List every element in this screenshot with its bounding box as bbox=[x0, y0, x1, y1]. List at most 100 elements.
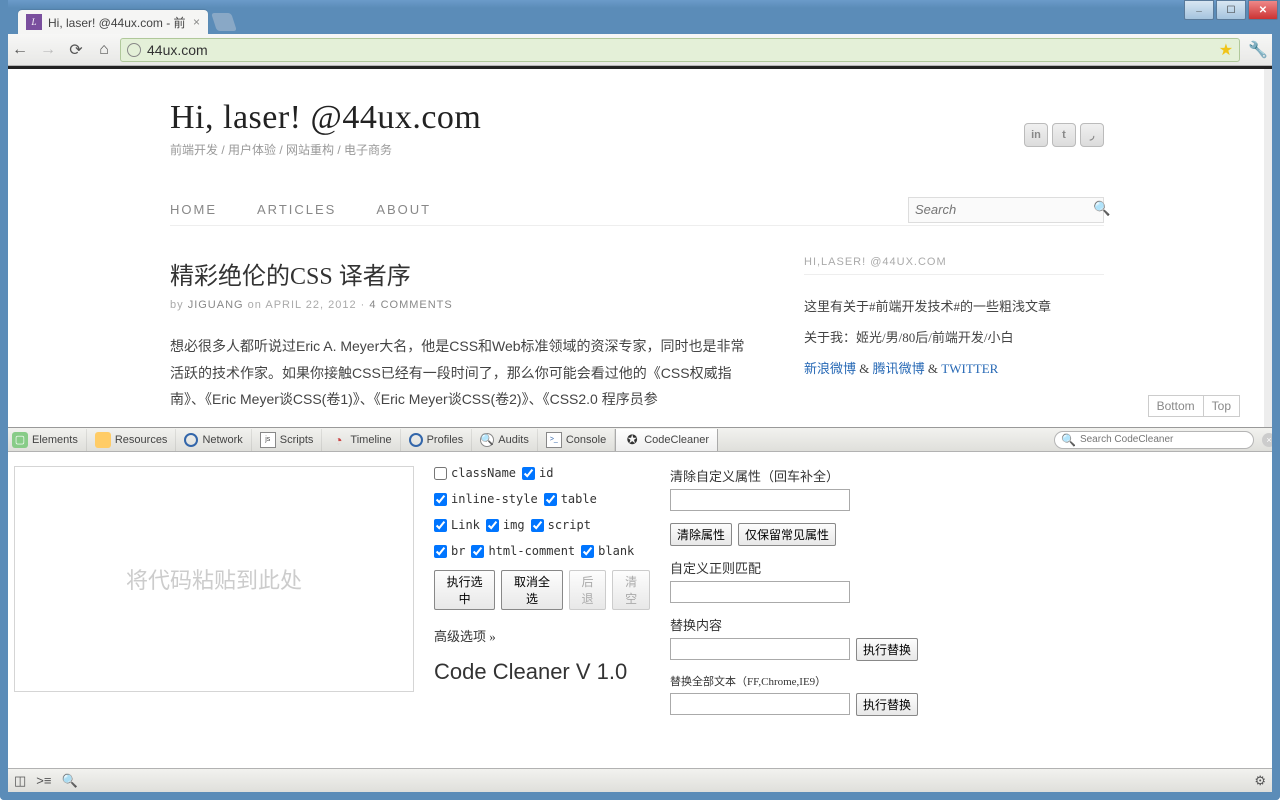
search-icon: 🔍 bbox=[1061, 433, 1076, 447]
replace-all-input[interactable] bbox=[670, 693, 850, 715]
tab-network[interactable]: Network bbox=[176, 429, 251, 451]
devtools-toolbar: ▢Elements Resources Network jsScripts ◔T… bbox=[0, 428, 1280, 452]
clear-attr-button[interactable]: 清除属性 bbox=[670, 523, 732, 546]
tab-scripts[interactable]: jsScripts bbox=[252, 429, 323, 451]
article-body: 想必很多人都听说过Eric A. Meyer大名，他是CSS和Web标准领域的资… bbox=[170, 333, 754, 413]
tab-console[interactable]: >_Console bbox=[538, 429, 615, 451]
label-replace-content: 替换内容 bbox=[670, 615, 940, 634]
new-tab-button[interactable] bbox=[211, 13, 237, 31]
custom-regex-input[interactable] bbox=[670, 581, 850, 603]
bookmark-star-icon[interactable]: ★ bbox=[1219, 40, 1233, 60]
window-maximize-button[interactable] bbox=[1216, 0, 1246, 20]
article-author[interactable]: JIGUANG bbox=[188, 299, 244, 311]
linkedin-icon[interactable]: in bbox=[1024, 123, 1048, 147]
article-title[interactable]: 精彩绝伦的CSS 译者序 bbox=[170, 256, 754, 291]
clear-button[interactable]: 清空 bbox=[612, 570, 650, 610]
codecleaner-title: Code Cleaner V 1.0 bbox=[434, 659, 650, 685]
page-viewport: ▲ ▼ Hi, laser! @44ux.com 前端开发 / 用户体验 / 网… bbox=[0, 69, 1280, 427]
article-date: APRIL 22, 2012 bbox=[265, 299, 356, 311]
devtools-search[interactable]: 🔍 bbox=[1054, 431, 1254, 449]
check-id[interactable]: id bbox=[522, 466, 553, 480]
forward-button[interactable]: → bbox=[36, 38, 60, 62]
resources-icon bbox=[95, 432, 111, 448]
rss-icon[interactable]: ◞ bbox=[1080, 123, 1104, 147]
timeline-icon: ◔ bbox=[330, 432, 346, 448]
scroll-up-arrow[interactable]: ▲ bbox=[1266, 71, 1278, 83]
tab-elements[interactable]: ▢Elements bbox=[4, 429, 87, 451]
sidebar-line2: 关于我：姬光/男/80后/前端开发/小白 bbox=[804, 322, 1104, 353]
check-blank[interactable]: blank bbox=[581, 544, 634, 558]
check-table[interactable]: table bbox=[544, 492, 597, 506]
back-button[interactable]: 后退 bbox=[569, 570, 607, 610]
profiles-icon bbox=[409, 433, 423, 447]
back-button[interactable]: ← bbox=[8, 38, 32, 62]
address-bar[interactable]: 44ux.com ★ bbox=[120, 38, 1240, 62]
nav-articles[interactable]: ARTICLES bbox=[257, 202, 336, 217]
check-link[interactable]: Link bbox=[434, 518, 480, 532]
wrench-menu-button[interactable]: 🔧 bbox=[1244, 40, 1272, 60]
sidebar-links: 新浪微博 & 腾讯微博 & TWITTER bbox=[804, 353, 1104, 384]
code-paste-area[interactable]: 将代码粘贴到此处 bbox=[14, 466, 414, 692]
article-comments-link[interactable]: 4 COMMENTS bbox=[369, 299, 452, 311]
search-toggle-icon[interactable]: 🔍 bbox=[61, 773, 77, 789]
tab-timeline[interactable]: ◔Timeline bbox=[322, 429, 400, 451]
label-clear-custom-attr: 清除自定义属性（回车补全） bbox=[670, 466, 940, 485]
twitter-icon[interactable]: t bbox=[1052, 123, 1076, 147]
link-tencent[interactable]: 腾讯微博 bbox=[873, 361, 925, 376]
devtools-close-button[interactable]: × bbox=[1262, 433, 1276, 447]
label-custom-regex: 自定义正则匹配 bbox=[670, 558, 940, 577]
tab-profiles[interactable]: Profiles bbox=[401, 429, 473, 451]
check-html-comment[interactable]: html-comment bbox=[471, 544, 575, 558]
exec-replace-button-1[interactable]: 执行替换 bbox=[856, 638, 918, 661]
search-input[interactable] bbox=[915, 202, 1093, 217]
exec-selected-button[interactable]: 执行选中 bbox=[434, 570, 495, 610]
deselect-all-button[interactable]: 取消全选 bbox=[501, 570, 562, 610]
link-weibo[interactable]: 新浪微博 bbox=[804, 361, 856, 376]
site-title[interactable]: Hi, laser! @44ux.com bbox=[170, 99, 1104, 137]
home-button[interactable]: ⌂ bbox=[92, 38, 116, 62]
tab-codecleaner[interactable]: ✪CodeCleaner bbox=[615, 429, 718, 451]
scrollbar-thumb[interactable] bbox=[1265, 85, 1279, 275]
tab-strip: L Hi, laser! @44ux.com - 前 × bbox=[0, 8, 1280, 34]
console-icon: >_ bbox=[546, 432, 562, 448]
browser-toolbar: ← → ⟳ ⌂ 44ux.com ★ 🔧 bbox=[0, 34, 1280, 66]
dock-icon[interactable]: ◫ bbox=[14, 773, 26, 789]
search-icon[interactable]: 🔍 bbox=[1093, 201, 1110, 218]
scroll-down-arrow[interactable]: ▼ bbox=[1266, 413, 1278, 425]
link-twitter[interactable]: TWITTER bbox=[941, 361, 998, 376]
tab-title: Hi, laser! @44ux.com - 前 bbox=[48, 14, 186, 31]
scroll-top-button[interactable]: Top bbox=[1203, 395, 1240, 417]
browser-tab[interactable]: L Hi, laser! @44ux.com - 前 × bbox=[18, 10, 208, 34]
scroll-bottom-button[interactable]: Bottom bbox=[1148, 395, 1203, 417]
window-close-button[interactable] bbox=[1248, 0, 1278, 20]
clear-custom-attr-input[interactable] bbox=[670, 489, 850, 511]
check-classname[interactable]: className bbox=[434, 466, 516, 480]
codecleaner-icon: ✪ bbox=[624, 432, 640, 448]
exec-replace-button-2[interactable]: 执行替换 bbox=[856, 693, 918, 716]
replace-content-input[interactable] bbox=[670, 638, 850, 660]
devtools-statusbar: ◫ >≡ 🔍 ⚙ bbox=[8, 768, 1272, 792]
site-search[interactable]: 🔍 bbox=[908, 197, 1104, 223]
nav-about[interactable]: ABOUT bbox=[376, 202, 431, 217]
nav-home[interactable]: HOME bbox=[170, 202, 217, 217]
tab-audits[interactable]: 🔍Audits bbox=[472, 429, 538, 451]
label-replace-all: 替换全部文本（FF,Chrome,IE9） bbox=[670, 673, 940, 689]
check-img[interactable]: img bbox=[486, 518, 525, 532]
article-meta: by JIGUANG on APRIL 22, 2012 · 4 COMMENT… bbox=[170, 299, 754, 311]
check-script[interactable]: script bbox=[531, 518, 591, 532]
scripts-icon: js bbox=[260, 432, 276, 448]
check-br[interactable]: br bbox=[434, 544, 465, 558]
console-toggle-icon[interactable]: >≡ bbox=[36, 773, 51, 788]
settings-gear-icon[interactable]: ⚙ bbox=[1254, 773, 1266, 789]
tab-resources[interactable]: Resources bbox=[87, 429, 177, 451]
reload-button[interactable]: ⟳ bbox=[64, 38, 88, 62]
check-inline-style[interactable]: inline-style bbox=[434, 492, 538, 506]
keep-common-button[interactable]: 仅保留常见属性 bbox=[738, 523, 836, 546]
devtools-search-input[interactable] bbox=[1080, 434, 1247, 445]
tab-close-icon[interactable]: × bbox=[193, 15, 200, 29]
devtools-panel: ▢Elements Resources Network jsScripts ◔T… bbox=[0, 427, 1280, 784]
elements-icon: ▢ bbox=[12, 432, 28, 448]
window-titlebar bbox=[0, 0, 1280, 8]
window-minimize-button[interactable] bbox=[1184, 0, 1214, 20]
advanced-options-link[interactable]: 高级选项 » bbox=[434, 626, 650, 645]
